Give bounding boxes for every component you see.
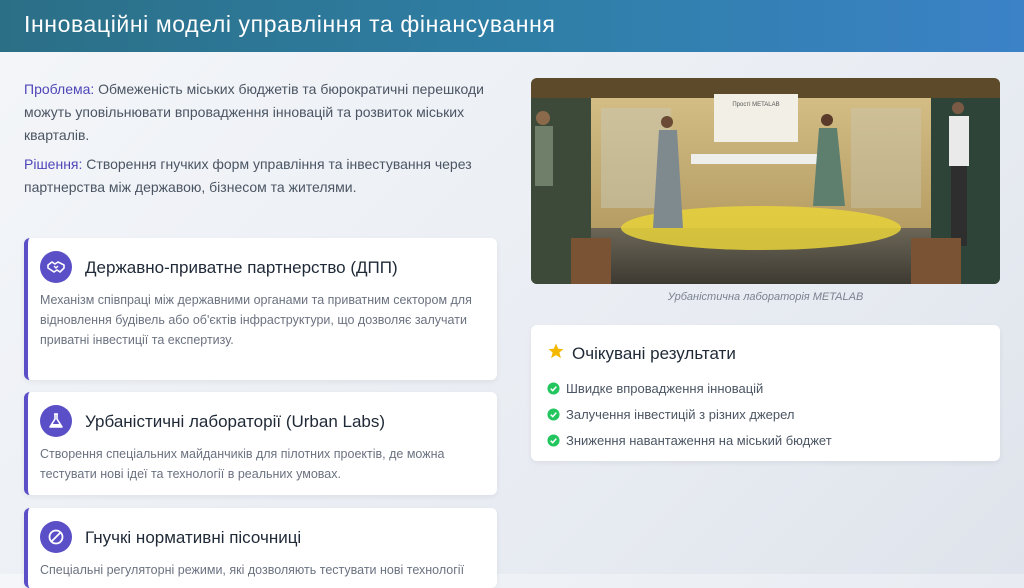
card-title: Урбаністичні лабораторії (Urban Labs) xyxy=(85,412,386,431)
result-text: Зниження навантаження на міський бюджет xyxy=(566,432,832,448)
card-title: Гнучкі нормативні пісочниці xyxy=(85,528,302,547)
problem-label: Проблема: xyxy=(24,81,95,97)
results-list: Швидке впровадження інновацій Залучення … xyxy=(547,375,832,453)
page-title: Інноваційні моделі управління та фінансу… xyxy=(24,11,556,37)
solution-text: Створення гнучких форм управління та інв… xyxy=(24,156,472,195)
check-circle-icon xyxy=(547,433,560,447)
list-item: Зниження навантаження на міський бюджет xyxy=(547,427,832,453)
header-bar: Інноваційні моделі управління та фінансу… xyxy=(0,0,1024,52)
card-urban-labs: Урбаністичні лабораторії (Urban Labs) Ст… xyxy=(24,392,497,495)
results-panel: Очікувані результати Швидке впровадження… xyxy=(531,325,1000,461)
result-text: Швидке впровадження інновацій xyxy=(566,380,764,396)
star-icon xyxy=(548,343,564,359)
card-ppp: Державно-приватне партнерство (ДПП) Меха… xyxy=(24,238,497,380)
card-description: Спеціальні регуляторні режими, які дозво… xyxy=(40,563,465,577)
photo-caption: Урбаністична лабораторія METALAB xyxy=(667,291,864,303)
flask-icon xyxy=(40,405,72,437)
solution-paragraph: Рішення: Створення гнучких форм управлін… xyxy=(24,153,504,199)
result-text: Залучення інвестицій з різних джерел xyxy=(566,406,795,422)
handshake-icon xyxy=(40,251,72,283)
list-item: Швидке впровадження інновацій xyxy=(547,375,832,401)
solution-label: Рішення: xyxy=(24,156,83,172)
metalab-photo: Прості METALAB xyxy=(531,78,1000,284)
card-description: Механізм співпраці між державними органа… xyxy=(40,293,472,347)
problem-paragraph: Проблема: Обмеженість міських бюджетів т… xyxy=(24,78,504,147)
card-title: Державно-приватне партнерство (ДПП) xyxy=(85,258,398,277)
list-item: Залучення інвестицій з різних джерел xyxy=(547,401,832,427)
card-sandbox: Гнучкі нормативні пісочниці Спеціальні р… xyxy=(24,508,497,588)
screen-text: Прості METALAB xyxy=(732,102,779,108)
check-circle-icon xyxy=(547,407,560,421)
results-title: Очікувані результати xyxy=(572,344,736,363)
intro-block: Проблема: Обмеженість міських бюджетів т… xyxy=(24,78,504,205)
card-description: Створення спеціальних майданчиків для пі… xyxy=(40,447,445,481)
ban-icon xyxy=(40,521,72,553)
check-circle-icon xyxy=(547,381,560,395)
